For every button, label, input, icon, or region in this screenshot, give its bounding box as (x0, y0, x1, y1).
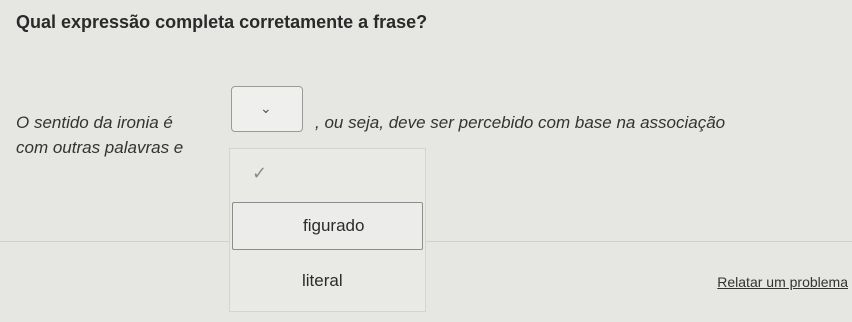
option-figurado[interactable]: figurado (232, 202, 423, 250)
divider (0, 241, 852, 242)
question-title: Qual expressão completa corretamente a f… (16, 12, 428, 32)
sentence-text-before-blank: O sentido da ironia é (16, 113, 173, 132)
option-literal[interactable]: literal (232, 259, 423, 307)
dropdown-menu: ✓ figurado literal (229, 148, 426, 312)
sentence-text-after-blank: , ou seja, deve ser percebido com base n… (315, 113, 726, 132)
checkmark-icon: ✓ (252, 163, 268, 183)
report-problem-link[interactable]: Relatar um problema (717, 274, 848, 290)
answer-dropdown[interactable]: ⌄ (231, 86, 303, 132)
sentence-text-line2: com outras palavras e (16, 138, 184, 157)
chevron-down-icon: ⌄ (260, 100, 272, 116)
